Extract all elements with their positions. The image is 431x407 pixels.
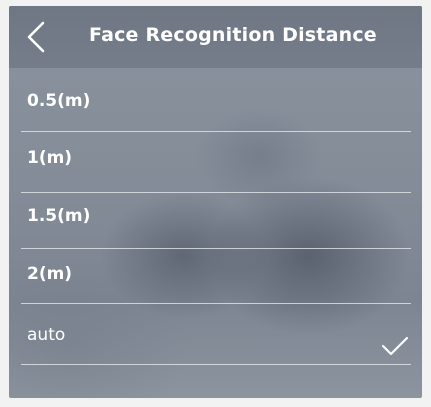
option-label: 1.5(m): [27, 206, 91, 226]
divider: [21, 303, 411, 304]
back-button[interactable]: [21, 20, 51, 54]
divider: [21, 192, 411, 193]
option-2m[interactable]: 2(m): [9, 250, 422, 306]
option-label: auto: [27, 325, 66, 345]
header-bar: Face Recognition Distance: [9, 6, 422, 68]
option-label: 2(m): [27, 264, 73, 284]
option-1-5m[interactable]: 1.5(m): [9, 194, 422, 250]
option-label: 0.5(m): [27, 91, 91, 111]
divider: [21, 248, 411, 249]
option-0-5m[interactable]: 0.5(m): [9, 68, 422, 124]
screen: Face Recognition Distance 0.5(m) 1(m) 1.…: [9, 6, 422, 398]
divider: [21, 131, 411, 132]
option-auto[interactable]: auto: [9, 305, 422, 361]
option-label: 1(m): [27, 148, 73, 168]
page-title: Face Recognition Distance: [89, 24, 377, 46]
divider: [21, 364, 411, 365]
chevron-left-icon: [21, 20, 51, 54]
option-1m[interactable]: 1(m): [9, 133, 422, 189]
checkmark-icon: [381, 336, 409, 356]
